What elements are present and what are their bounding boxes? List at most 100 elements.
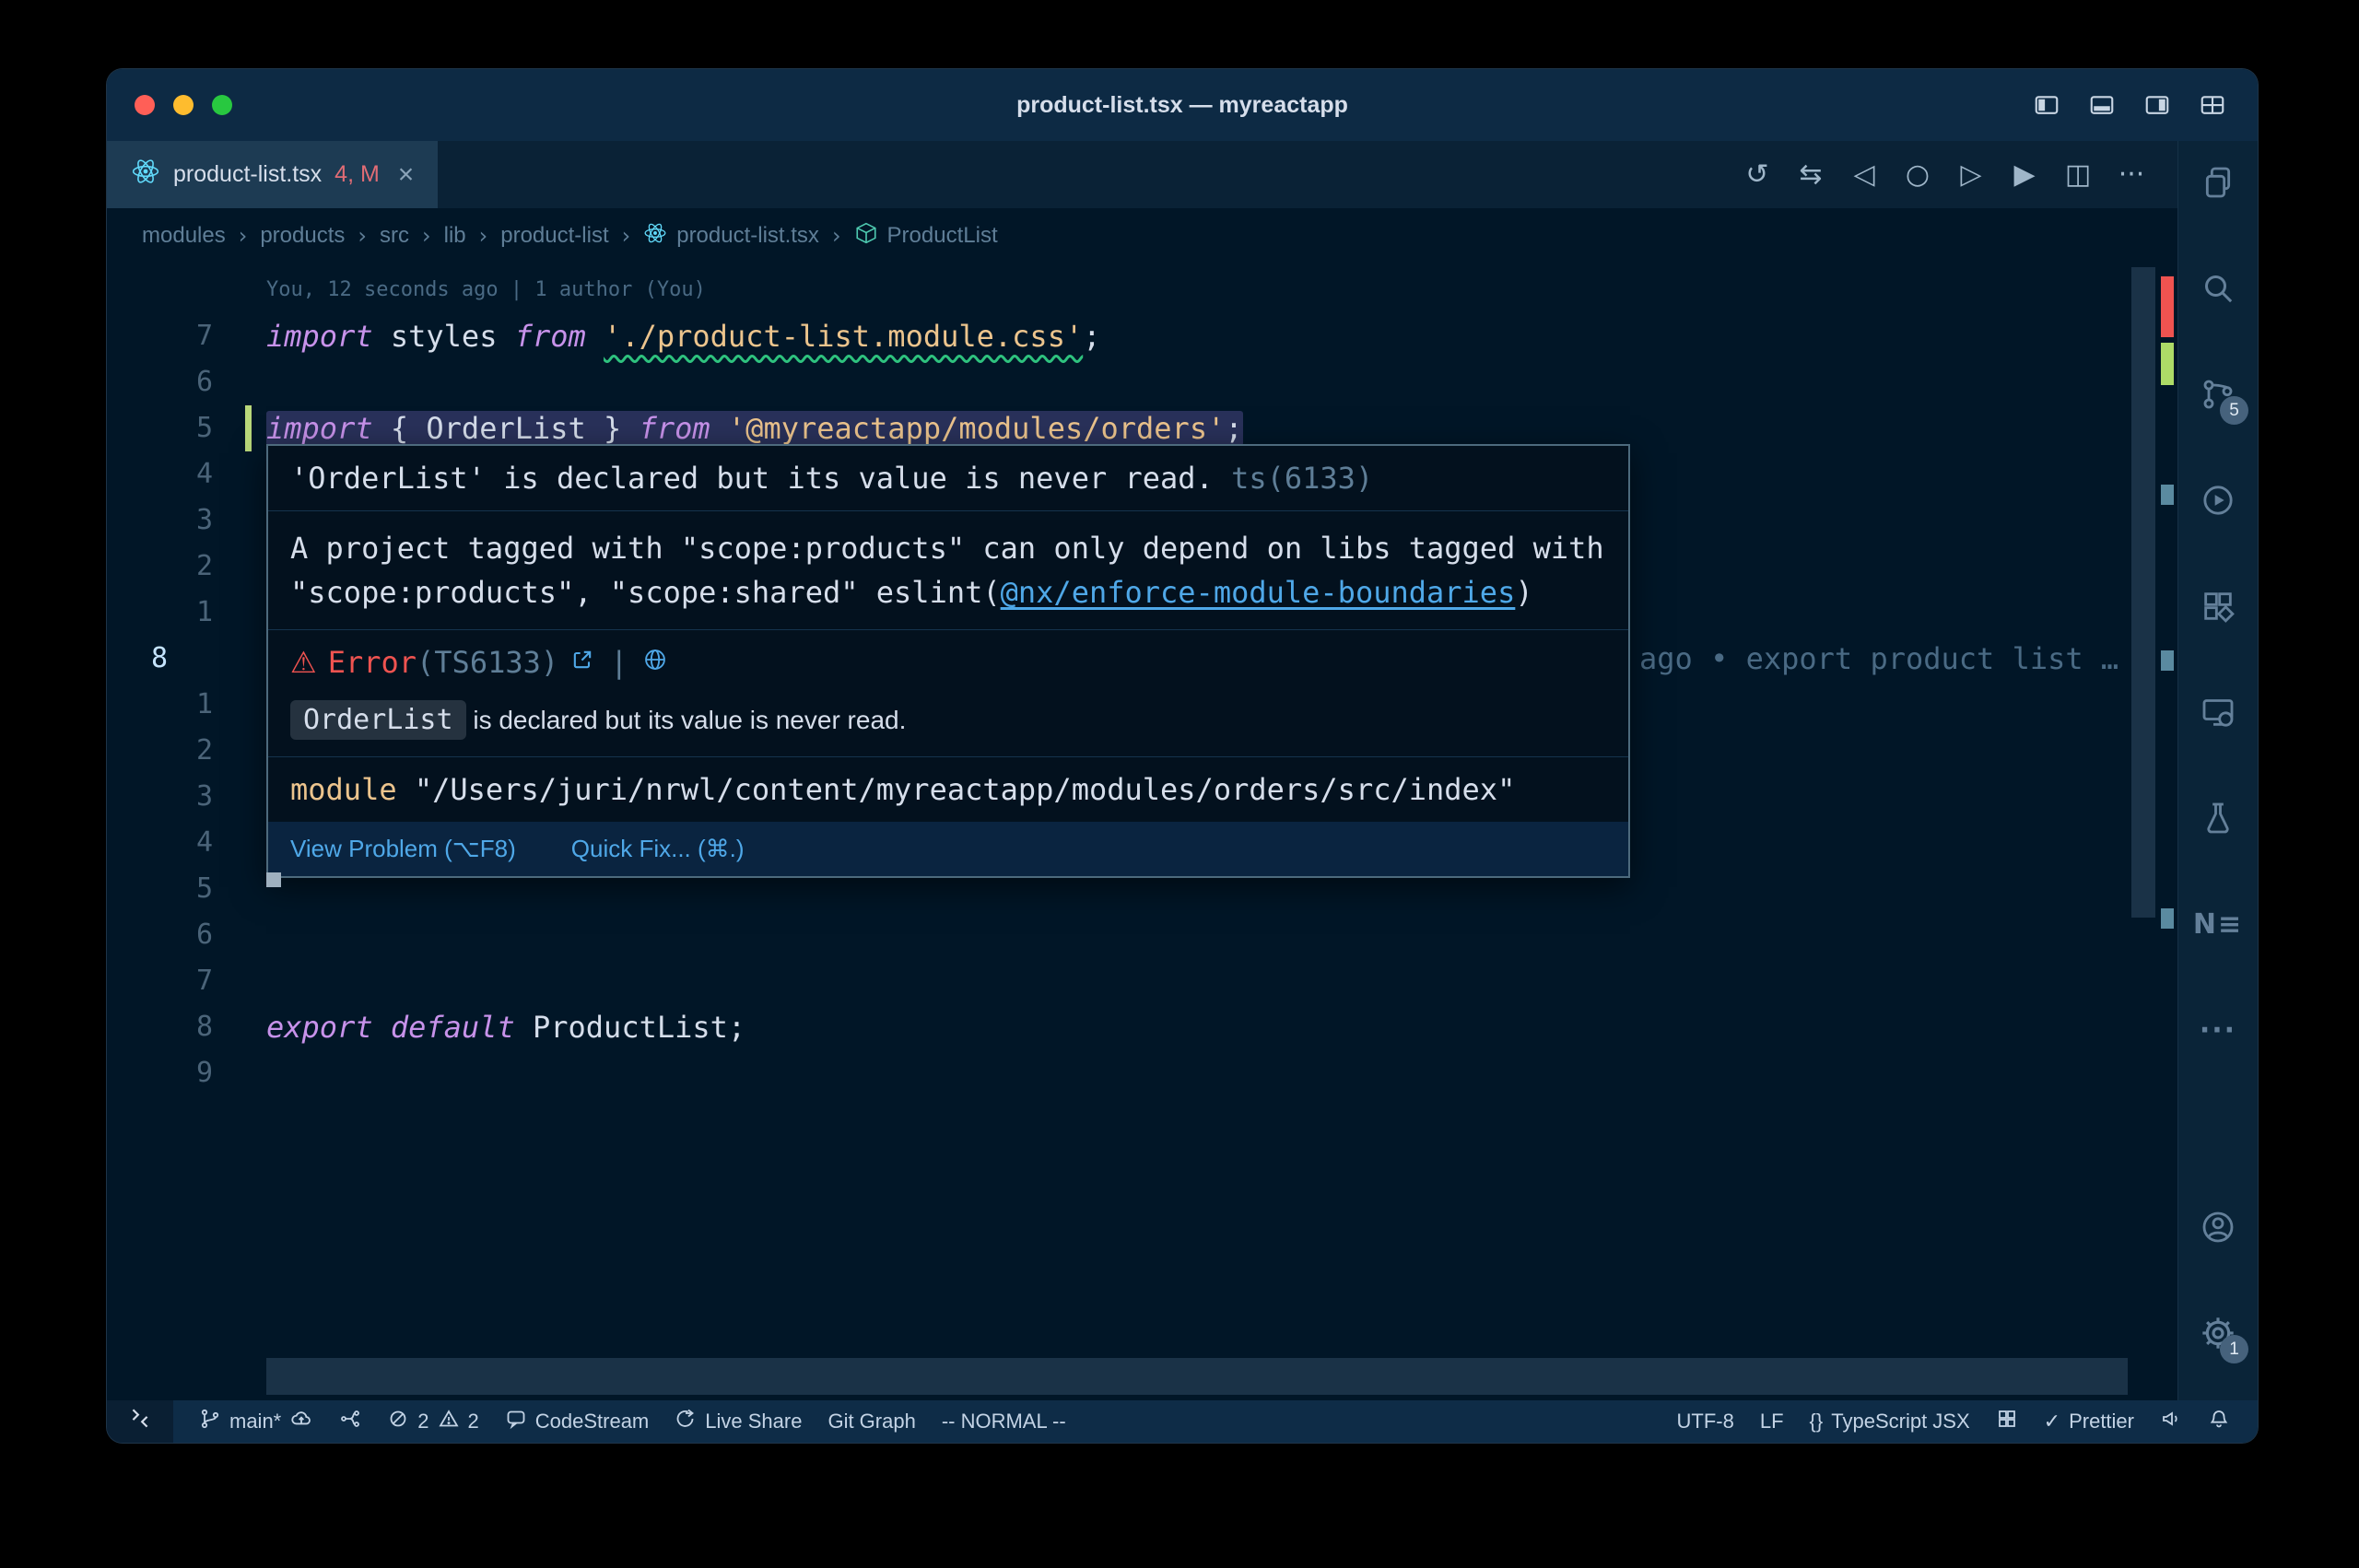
breadcrumb-item-src[interactable]: src [380,223,409,249]
settings-gear-icon[interactable]: 1 [2191,1306,2245,1360]
info-marker [2161,485,2174,505]
accounts-icon[interactable] [2191,1200,2245,1254]
language-mode-item[interactable]: {} TypeScript JSX [1810,1410,1970,1433]
commit-graph-item[interactable] [339,1408,361,1435]
open-external-icon[interactable] [569,645,595,680]
react-file-icon [643,221,667,252]
line-number[interactable]: 5 [107,866,213,912]
extensions-icon[interactable] [2191,579,2245,633]
gitlens-inline-blame: ago • export product list … [1639,636,2118,682]
divider: | [610,645,628,680]
split-editor-icon[interactable]: ◫ [2058,158,2098,191]
line-number[interactable]: 6 [107,359,213,405]
next-change-icon[interactable]: ▷ [1951,158,1991,191]
breadcrumb-separator: › [239,223,248,249]
file-history-icon[interactable]: ↺ [1737,158,1778,191]
breadcrumb-symbol-label: ProductList [887,223,998,249]
line-number[interactable]: 7 [107,313,213,359]
editor-actions: ↺ ⇆ ◁ ○ ▷ ▶ ◫ ··· [1737,141,2177,208]
zoom-window-button[interactable] [212,95,232,115]
module-path: "/Users/juri/nrwl/content/myreactapp/mod… [415,772,1515,807]
globe-icon[interactable] [642,645,668,680]
more-actions-icon[interactable]: ··· [2111,158,2152,191]
breadcrumb-item-product-list[interactable]: product-list [500,223,608,249]
line-number[interactable]: 7 [107,958,213,1004]
current-line-number[interactable]: 8 [107,636,213,682]
encoding-item[interactable]: UTF-8 [1677,1410,1734,1433]
explorer-icon[interactable] [2191,156,2245,209]
eslint-rule-link[interactable]: @nx/enforce-module-boundaries [1001,575,1516,610]
main-area: product-list.tsx 4, M × ↺ ⇆ ◁ ○ ▷ ▶ ◫ ··… [107,141,2258,1400]
tab-close-icon[interactable]: × [398,161,415,189]
line-number[interactable]: 1 [107,682,213,728]
hover-module-section: module "/Users/juri/nrwl/content/myreact… [268,756,1628,822]
breadcrumb-item-file[interactable]: product-list.tsx [643,221,819,252]
quick-fix-button[interactable]: Quick Fix... (⌘.) [571,835,745,863]
additional-views-icon[interactable]: ··· [2191,1003,2245,1057]
remote-indicator[interactable] [107,1400,173,1443]
previous-change-icon[interactable]: ◁ [1844,158,1884,191]
code-row-17: 9 [107,1050,2177,1096]
feedback-item[interactable] [2160,1408,2182,1435]
hover-resize-handle[interactable] [266,872,281,887]
toggle-secondary-sidebar-icon[interactable] [2143,91,2171,119]
vim-mode-item[interactable]: -- NORMAL -- [942,1410,1066,1433]
info-marker [2161,650,2174,671]
line-number[interactable]: 6 [107,912,213,958]
layout-controls [2033,69,2226,141]
breadcrumb-item-lib[interactable]: lib [444,223,466,249]
breadcrumb-item-symbol[interactable]: ProductList [854,221,998,252]
line-number[interactable]: 2 [107,544,213,590]
minimize-window-button[interactable] [173,95,194,115]
ports-grid-item[interactable] [1996,1408,2018,1435]
line-number[interactable]: 1 [107,590,213,636]
hover-ts-diagnostic: 'OrderList' is declared but its value is… [268,446,1628,510]
toggle-primary-sidebar-icon[interactable] [2033,91,2060,119]
testing-beaker-icon[interactable] [2191,791,2245,845]
run-and-debug-icon[interactable] [2191,474,2245,527]
line-number[interactable]: 4 [107,820,213,866]
breadcrumb-item-modules[interactable]: modules [142,223,226,249]
code-editor[interactable]: You, 12 seconds ago | 1 author (You) 7 i… [107,263,2177,1400]
git-gutter-added-indicator [245,405,252,451]
toggle-panel-icon[interactable] [2088,91,2116,119]
live-share-item[interactable]: Live Share [675,1408,802,1435]
diagnostics-hover-popup: 'OrderList' is declared but its value is… [266,444,1630,878]
settings-badge: 1 [2220,1335,2248,1363]
nx-console-icon[interactable]: N≡ [2191,897,2245,951]
branch-status-item[interactable]: main* [199,1407,313,1436]
source-control-icon[interactable]: 5 [2191,368,2245,421]
line-number[interactable]: 3 [107,774,213,820]
identifier-chip: OrderList [290,700,466,740]
line-number[interactable]: 3 [107,497,213,544]
line-number[interactable]: 8 [107,1004,213,1050]
customize-layout-icon[interactable] [2199,91,2226,119]
problems-item[interactable]: 2 2 [387,1408,479,1435]
codestream-item[interactable]: CodeStream [505,1408,650,1435]
run-file-icon[interactable]: ▶ [2004,158,2045,191]
info-marker [2161,908,2174,929]
tab-product-list[interactable]: product-list.tsx 4, M × [107,141,438,208]
eol-item[interactable]: LF [1760,1410,1784,1433]
branch-name: main* [229,1410,281,1433]
line-number[interactable]: 2 [107,728,213,774]
view-problem-button[interactable]: View Problem (⌥F8) [290,835,516,863]
horizontal-scrollbar[interactable] [266,1358,2128,1395]
notifications-bell-item[interactable] [2208,1408,2230,1435]
prettier-item[interactable]: ✓ Prettier [2044,1410,2134,1433]
vertical-scrollbar[interactable] [2131,267,2155,918]
line-number[interactable]: 9 [107,1050,213,1096]
code-line[interactable]: export default ProductList; [266,1004,745,1050]
code-line[interactable]: import styles from './product-list.modul… [266,313,1100,359]
bell-icon [2208,1408,2230,1435]
breadcrumb-item-products[interactable]: products [260,223,345,249]
remote-explorer-icon[interactable] [2191,685,2245,739]
git-graph-item[interactable]: Git Graph [827,1410,915,1433]
open-changes-icon[interactable]: ⇆ [1790,158,1831,191]
line-number[interactable]: 5 [107,405,213,451]
line-number[interactable]: 4 [107,451,213,497]
toggle-blame-icon[interactable]: ○ [1897,158,1938,191]
close-window-button[interactable] [135,95,155,115]
prettier-label: Prettier [2069,1410,2134,1433]
search-icon[interactable] [2191,262,2245,315]
